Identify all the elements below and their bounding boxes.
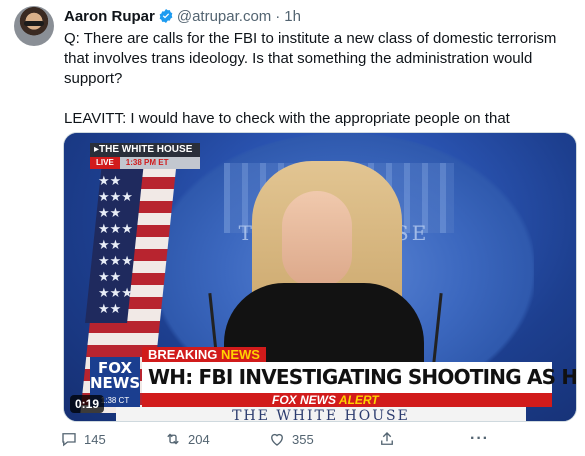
repost-count: 204 xyxy=(188,431,210,447)
fox-news-logo: FOX NEWS xyxy=(90,357,140,395)
post-time[interactable]: 1h xyxy=(284,8,301,25)
action-bar: 145 204 355 ··· xyxy=(60,430,500,450)
video-player[interactable]: THE WH OUSE W ★★★★★★★★★★★★★★★★★★★★★★ ▸TH… xyxy=(63,132,577,422)
repost-icon xyxy=(167,433,179,445)
live-label: LIVE xyxy=(90,157,120,169)
reply-button[interactable]: 145 xyxy=(60,430,106,448)
share-icon xyxy=(381,432,393,445)
location-bug: ▸THE WHITE HOUSE LIVE 1:38 PM ET xyxy=(90,143,200,169)
reply-count: 145 xyxy=(84,431,106,447)
verified-badge-icon xyxy=(159,9,173,23)
tweet-paragraph-answer: LEAVITT: I would have to check with the … xyxy=(64,110,510,127)
tweet-header: Aaron Rupar @atrupar.com · 1h xyxy=(64,6,301,26)
breaking-suffix: NEWS xyxy=(220,347,260,362)
live-time: 1:38 PM ET xyxy=(119,157,200,169)
like-button[interactable]: 355 xyxy=(268,430,314,448)
flag-stars: ★★ ★★★ ★★ ★★★ ★★ ★★★ ★★ ★★★ ★★ xyxy=(98,173,133,316)
author-name[interactable]: Aaron Rupar xyxy=(64,8,155,25)
alert-suffix: ALERT xyxy=(338,393,379,407)
ticker-bar: THE WHITE HOUSE xyxy=(116,407,526,421)
reply-icon xyxy=(62,433,76,447)
repost-button[interactable]: 204 xyxy=(164,430,210,448)
speaker-face xyxy=(282,191,352,287)
alert-bar: FOX NEWS ALERT xyxy=(142,393,552,407)
breaking-prefix: BREAKING xyxy=(148,347,218,362)
video-duration: 0:19 xyxy=(70,395,105,413)
breaking-news-label: BREAKING NEWS xyxy=(142,347,266,362)
author-handle[interactable]: @atrupar.com xyxy=(177,8,271,25)
live-strip: LIVE 1:38 PM ET xyxy=(90,157,200,169)
like-count: 355 xyxy=(292,431,314,447)
alert-prefix: FOX NEWS xyxy=(272,393,337,407)
fox-news-alert: FOX NEWS ALERT xyxy=(272,393,379,407)
author-avatar[interactable] xyxy=(14,6,54,46)
more-button[interactable]: ··· xyxy=(470,430,489,448)
lower-third: FOX NEWS 1:38 CT BREAKING NEWS WH: FBI I… xyxy=(90,347,576,407)
header-separator: · xyxy=(275,7,281,25)
location-label: ▸THE WHITE HOUSE xyxy=(90,143,200,157)
tweet-paragraph-question: Q: There are calls for the FBI to instit… xyxy=(64,30,557,87)
headline-chyron: WH: FBI INVESTIGATING SHOOTING AS HATE C… xyxy=(142,362,576,393)
tweet-text: Q: There are calls for the FBI to instit… xyxy=(64,29,569,129)
share-button[interactable] xyxy=(378,430,402,448)
heart-icon xyxy=(271,433,283,446)
more-icon: ··· xyxy=(470,430,489,447)
